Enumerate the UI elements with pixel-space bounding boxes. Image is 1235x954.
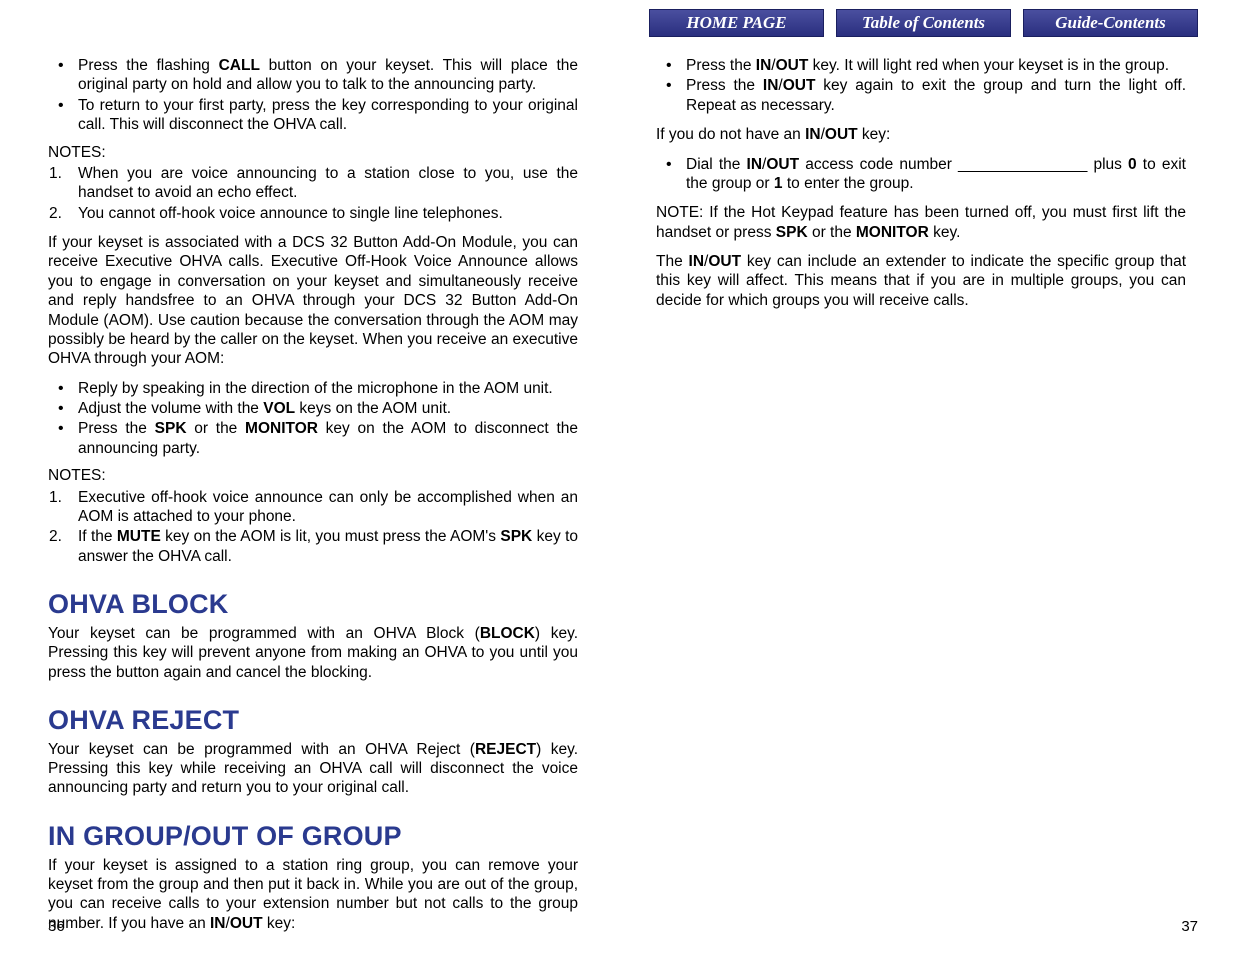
bullet-list: Dial the IN/OUT access code number _____… <box>656 155 1186 194</box>
numbered-list: 1.Executive off-hook voice announce can … <box>48 488 578 567</box>
notes-label: NOTES: <box>48 466 578 485</box>
list-item: 1.When you are voice announcing to a sta… <box>48 164 578 203</box>
nav-tabs: HOME PAGE Table of Contents Guide-Conten… <box>649 9 1198 37</box>
bullet-list: Press the IN/OUT key. It will light red … <box>656 56 1186 115</box>
page-number-right: 37 <box>1181 918 1198 935</box>
page-number-left: 36 <box>48 918 65 935</box>
paragraph: Your keyset can be programmed with an OH… <box>48 624 578 682</box>
numbered-list: 1.When you are voice announcing to a sta… <box>48 164 578 223</box>
page-right: Press the IN/OUT key. It will light red … <box>656 56 1186 320</box>
list-item: Press the IN/OUT key again to exit the g… <box>656 76 1186 115</box>
list-item: 1.Executive off-hook voice announce can … <box>48 488 578 527</box>
list-item: 2.You cannot off-hook voice announce to … <box>48 204 578 223</box>
nav-toc-button[interactable]: Table of Contents <box>836 9 1011 37</box>
notes-label: NOTES: <box>48 143 578 162</box>
list-item: Press the IN/OUT key. It will light red … <box>656 56 1186 75</box>
paragraph: NOTE: If the Hot Keypad feature has been… <box>656 203 1186 242</box>
page-left: Press the flashing CALL button on your k… <box>48 56 578 943</box>
heading-ohva-block: OHVA BLOCK <box>48 588 578 622</box>
paragraph: Your keyset can be programmed with an OH… <box>48 740 578 798</box>
list-item: Dial the IN/OUT access code number _____… <box>656 155 1186 194</box>
paragraph: If you do not have an IN/OUT key: <box>656 125 1186 144</box>
nav-guide-button[interactable]: Guide-Contents <box>1023 9 1198 37</box>
bullet-list: Press the flashing CALL button on your k… <box>48 56 578 135</box>
list-item: To return to your first party, press the… <box>48 96 578 135</box>
heading-ohva-reject: OHVA REJECT <box>48 704 578 738</box>
heading-in-group: IN GROUP/OUT OF GROUP <box>48 820 578 854</box>
list-item: Press the flashing CALL button on your k… <box>48 56 578 95</box>
list-item: Adjust the volume with the VOL keys on t… <box>48 399 578 418</box>
paragraph: If your keyset is assigned to a station … <box>48 856 578 934</box>
nav-home-button[interactable]: HOME PAGE <box>649 9 824 37</box>
paragraph: The IN/OUT key can include an extender t… <box>656 252 1186 310</box>
bullet-list: Reply by speaking in the direction of th… <box>48 379 578 459</box>
paragraph: If your keyset is associated with a DCS … <box>48 233 578 369</box>
list-item: Press the SPK or the MONITOR key on the … <box>48 419 578 458</box>
list-item: Reply by speaking in the direction of th… <box>48 379 578 398</box>
list-item: 2.If the MUTE key on the AOM is lit, you… <box>48 527 578 566</box>
